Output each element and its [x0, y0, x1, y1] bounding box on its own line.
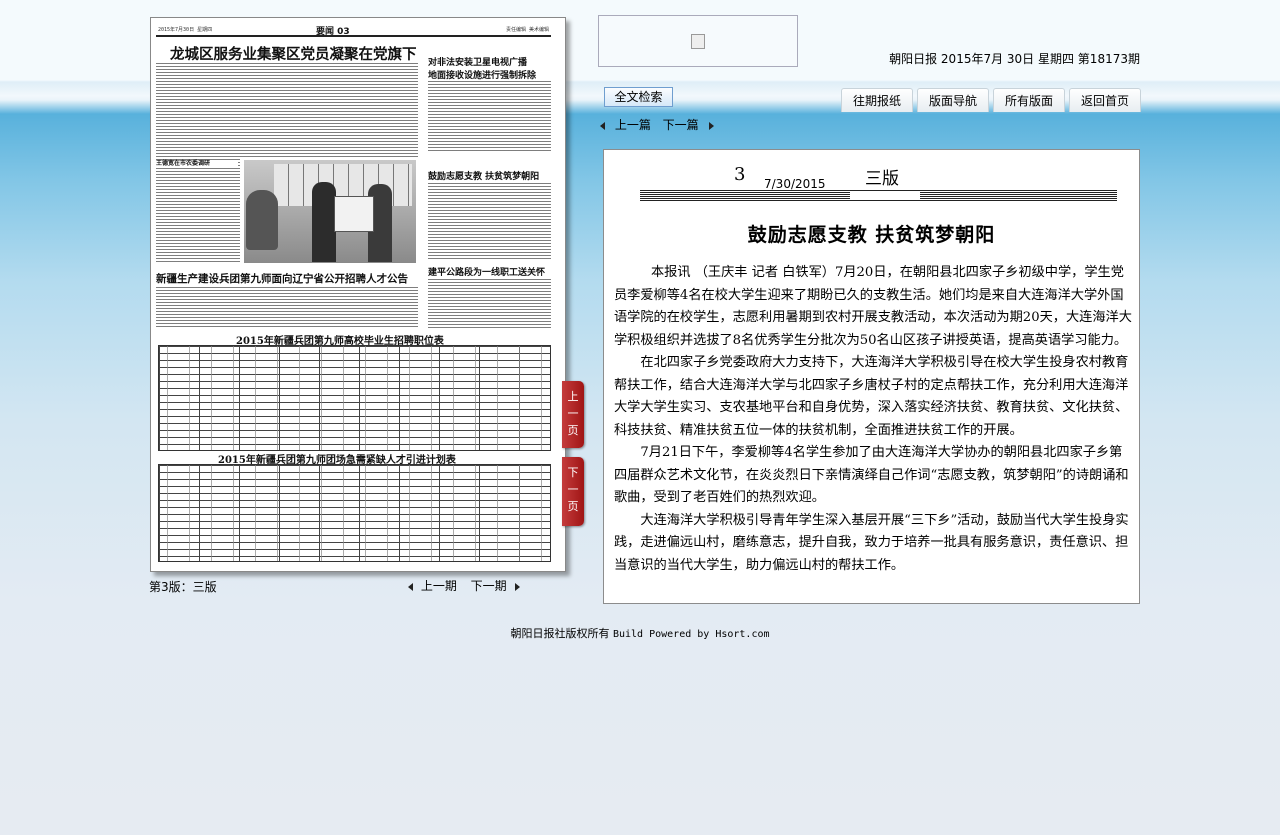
left-arrow-icon	[408, 582, 413, 591]
article-date: 7/30/2015	[764, 177, 826, 191]
next-page-char: 一	[567, 483, 579, 496]
next-page-tab[interactable]: 下 一 页	[562, 457, 584, 526]
left-arrow-icon	[600, 121, 605, 130]
full-text-search-button[interactable]: 全文检索	[604, 87, 673, 107]
paper-text-block	[156, 287, 418, 329]
article-nav: 上一篇 下一篇	[600, 116, 714, 133]
article-paragraph: 在北四家子乡党委政府大力支持下，大连海洋大学积极引导在校大学生投身农村教育帮扶工…	[614, 355, 1129, 438]
paper-text-block	[428, 183, 551, 261]
article-paragraph: 大连海洋大学积极引导青年学生深入基层开展“三下乡”活动，鼓励当代大学生投身实践，…	[614, 512, 1129, 573]
paper-headline-recruit[interactable]: 新疆生产建设兵团第九师面向辽宁省公开招聘人才公告	[156, 271, 408, 286]
right-arrow-icon	[708, 121, 714, 130]
paper-headline-side1a[interactable]: 对非法安装卫星电视广播	[428, 55, 527, 68]
header-rule-mark	[850, 192, 920, 200]
paper-subheadline: 王德宽在市农委调研	[156, 160, 238, 168]
newspaper-page-image[interactable]: 2015年7月30日 星期四 要闻 03 责任编辑 美术编辑 龙城区服务业集聚区…	[150, 17, 566, 572]
footer: 朝阳日报社版权所有 Build Powered by Hsort.com	[0, 625, 1280, 641]
tab-back-home[interactable]: 返回首页	[1069, 88, 1141, 112]
masthead-title: 要闻 03	[316, 27, 350, 37]
article-panel: 3 7/30/2015 三版 鼓励志愿支教 扶贫筑梦朝阳 本报讯 （王庆丰 记者…	[603, 149, 1140, 604]
paper-headline-side3[interactable]: 建平公路段为一线职工送关怀	[428, 265, 545, 278]
paper-table2	[158, 464, 551, 562]
paper-headline-main[interactable]: 龙城区服务业集聚区党员凝聚在党旗下	[170, 43, 417, 64]
next-article-link[interactable]: 下一篇	[663, 118, 699, 132]
article-page-name: 三版	[865, 169, 899, 189]
paper-news-photo	[244, 160, 416, 263]
footer-powered: Build Powered by Hsort.com	[612, 629, 770, 640]
right-arrow-icon	[514, 582, 520, 591]
tab-page-navigation[interactable]: 版面导航	[917, 88, 989, 112]
article-paragraph: 本报讯 （王庆丰 记者 白铁军）7月20日，在朝阳县北四家子乡初级中学，学生党员…	[614, 265, 1132, 348]
newspaper-page-layout: 2015年7月30日 星期四 要闻 03 责任编辑 美术编辑 龙城区服务业集聚区…	[156, 23, 551, 563]
article-page-header: 3 7/30/2015 三版	[640, 160, 1117, 204]
next-page-char: 下	[567, 466, 579, 479]
prev-issue-link[interactable]: 上一期	[421, 579, 457, 593]
prev-page-tab[interactable]: 上 一 页	[562, 381, 584, 448]
next-issue-link[interactable]: 下一期	[471, 579, 507, 593]
page-label: 第3版：三版	[149, 580, 217, 594]
prev-page-char: 上	[567, 390, 579, 403]
broken-image-icon	[691, 34, 705, 49]
paper-text-block	[428, 279, 551, 329]
next-page-char: 页	[567, 500, 579, 513]
page-masthead: 2015年7月30日 星期四 要闻 03 责任编辑 美术编辑	[156, 23, 551, 37]
paper-headline-side2[interactable]: 鼓励志愿支教 扶贫筑梦朝阳	[428, 169, 539, 182]
issue-dateline: 朝阳日报 2015年7月 30日 星期四 第18173期	[889, 52, 1140, 66]
paper-text-block	[428, 81, 551, 153]
paper-table1	[158, 345, 551, 451]
footer-copyright: 朝阳日报社版权所有	[510, 627, 610, 640]
newspaper-logo[interactable]	[598, 15, 798, 67]
article-page-number: 3	[734, 164, 746, 185]
article-paragraph: 7月21日下午，李爱柳等4名学生参加了由大连海洋大学协办的朝阳县北四家子乡第四届…	[614, 445, 1129, 505]
tab-all-pages[interactable]: 所有版面	[993, 88, 1065, 112]
paper-headline-side1b: 地面接收设施进行强制拆除	[428, 71, 537, 81]
tab-past-issues[interactable]: 往期报纸	[841, 88, 913, 112]
paper-text-block	[156, 159, 240, 263]
article-title: 鼓励志愿支教 扶贫筑梦朝阳	[747, 224, 996, 246]
prev-page-char: 一	[567, 407, 579, 420]
issue-nav: 上一期 下一期	[408, 577, 520, 594]
article-body: 本报讯 （王庆丰 记者 白铁军）7月20日，在朝阳县北四家子乡初级中学，学生党员…	[614, 262, 1134, 577]
prev-article-link[interactable]: 上一篇	[615, 118, 651, 132]
paper-text-block	[156, 63, 418, 157]
prev-page-char: 页	[567, 424, 579, 437]
